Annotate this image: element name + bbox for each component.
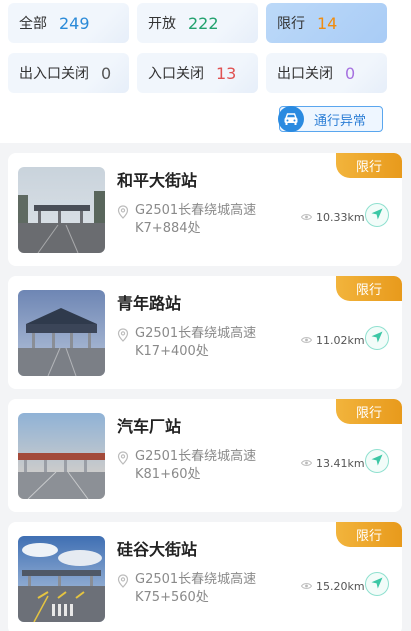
navigation-arrow-icon bbox=[370, 329, 384, 348]
filter-all[interactable]: 全部 249 bbox=[8, 3, 129, 43]
navigate-button[interactable] bbox=[365, 572, 389, 596]
location-pin-icon bbox=[117, 574, 129, 594]
traffic-anomaly-label: 通行异常 bbox=[314, 113, 367, 129]
filter-open[interactable]: 开放 222 bbox=[137, 3, 258, 43]
station-photo bbox=[18, 536, 105, 622]
station-photo bbox=[18, 290, 105, 376]
filter-count: 13 bbox=[216, 63, 237, 83]
location-pin-icon bbox=[117, 205, 129, 225]
filter-count: 222 bbox=[188, 13, 219, 33]
filter-label: 全部 bbox=[19, 16, 47, 32]
station-distance: 13.41km bbox=[300, 457, 365, 470]
station-card[interactable]: 限行 汽车厂站 G2501长春绕城高速K81+60处 13.41km bbox=[8, 399, 402, 512]
location-pin-icon bbox=[117, 451, 129, 471]
filter-label: 限行 bbox=[277, 16, 305, 32]
station-distance: 15.20km bbox=[300, 580, 365, 593]
station-photo bbox=[18, 413, 105, 499]
station-photo bbox=[18, 167, 105, 253]
status-badge: 限行 bbox=[336, 399, 402, 424]
station-list: 限行 和平大街站 G2501长春绕城高速K7+884处 10.33km 限行 青… bbox=[0, 143, 411, 631]
station-address: G2501长春绕城高速K81+60处 bbox=[117, 448, 297, 484]
station-card[interactable]: 限行 和平大街站 G2501长春绕城高速K7+884处 10.33km bbox=[8, 153, 402, 266]
station-address: G2501长春绕城高速K75+560处 bbox=[117, 571, 297, 607]
station-address-text: G2501长春绕城高速K75+560处 bbox=[135, 572, 257, 605]
station-card[interactable]: 限行 硅谷大街站 G2501长春绕城高速K75+560处 15.20km bbox=[8, 522, 402, 631]
filter-count: 0 bbox=[101, 63, 112, 83]
filter-panel: 全部 249 开放 222 限行 14 出入口关闭 0 入口关闭 13 出口关闭… bbox=[0, 0, 411, 143]
station-address-text: G2501长春绕城高速K81+60处 bbox=[135, 449, 257, 482]
station-distance-text: 10.33km bbox=[316, 211, 365, 224]
filter-exit-closed[interactable]: 出口关闭 0 bbox=[266, 53, 387, 93]
navigation-arrow-icon bbox=[370, 206, 384, 225]
station-distance-text: 15.20km bbox=[316, 580, 365, 593]
filter-both-closed[interactable]: 出入口关闭 0 bbox=[8, 53, 129, 93]
filter-label: 入口关闭 bbox=[148, 66, 204, 82]
station-distance-text: 13.41km bbox=[316, 457, 365, 470]
station-address-text: G2501长春绕城高速K17+400处 bbox=[135, 326, 257, 359]
traffic-anomaly-button[interactable]: 通行异常 bbox=[278, 106, 383, 132]
station-name: 硅谷大街站 bbox=[117, 540, 198, 559]
eye-icon bbox=[300, 211, 313, 224]
filter-count: 14 bbox=[317, 13, 338, 33]
filter-row-status: 全部 249 开放 222 限行 14 bbox=[8, 3, 403, 43]
filter-entrance-closed[interactable]: 入口关闭 13 bbox=[137, 53, 258, 93]
filter-label: 开放 bbox=[148, 16, 176, 32]
filter-restricted[interactable]: 限行 14 bbox=[266, 3, 387, 43]
station-distance: 10.33km bbox=[300, 211, 365, 224]
station-address: G2501长春绕城高速K7+884处 bbox=[117, 202, 297, 238]
filter-row-closure: 出入口关闭 0 入口关闭 13 出口关闭 0 bbox=[8, 53, 403, 93]
eye-icon bbox=[300, 580, 313, 593]
status-badge: 限行 bbox=[336, 153, 402, 178]
status-badge: 限行 bbox=[336, 522, 402, 547]
station-distance-text: 11.02km bbox=[316, 334, 365, 347]
filter-label: 出口关闭 bbox=[277, 66, 333, 82]
station-address: G2501长春绕城高速K17+400处 bbox=[117, 325, 297, 361]
station-name: 汽车厂站 bbox=[117, 417, 182, 436]
car-icon bbox=[278, 106, 304, 132]
navigation-arrow-icon bbox=[370, 575, 384, 594]
station-name: 和平大街站 bbox=[117, 171, 198, 190]
eye-icon bbox=[300, 334, 313, 347]
navigation-arrow-icon bbox=[370, 452, 384, 471]
station-name: 青年路站 bbox=[117, 294, 182, 313]
status-badge: 限行 bbox=[336, 276, 402, 301]
filter-count: 249 bbox=[59, 13, 90, 33]
station-distance: 11.02km bbox=[300, 334, 365, 347]
filter-label: 出入口关闭 bbox=[19, 66, 89, 82]
filter-count: 0 bbox=[345, 63, 356, 83]
eye-icon bbox=[300, 457, 313, 470]
navigate-button[interactable] bbox=[365, 449, 389, 473]
station-address-text: G2501长春绕城高速K7+884处 bbox=[135, 203, 257, 236]
navigate-button[interactable] bbox=[365, 203, 389, 227]
station-card[interactable]: 限行 青年路站 G2501长春绕城高速K17+400处 11.02km bbox=[8, 276, 402, 389]
navigate-button[interactable] bbox=[365, 326, 389, 350]
location-pin-icon bbox=[117, 328, 129, 348]
